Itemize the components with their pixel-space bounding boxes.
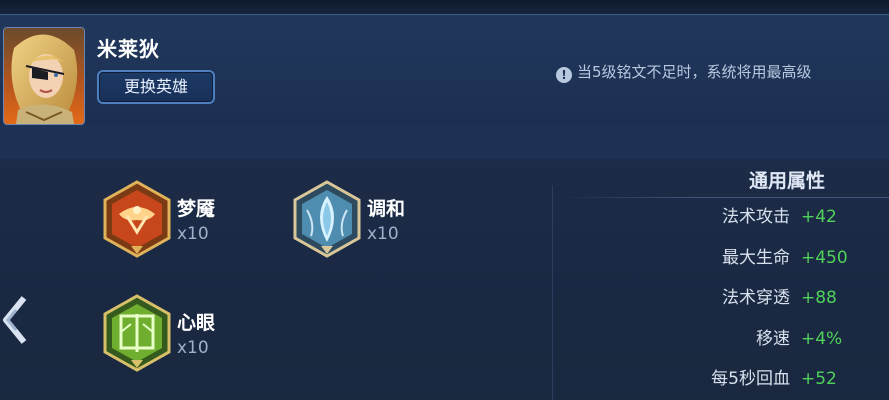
attribute-label: 法术攻击 bbox=[722, 207, 790, 227]
attribute-value: +52 bbox=[801, 369, 837, 389]
attribute-row: 法术攻击 +42 bbox=[560, 203, 889, 231]
hero-portrait-image bbox=[4, 28, 84, 124]
rune-name: 梦魇 bbox=[177, 198, 216, 220]
hero-name: 米莱狄 bbox=[97, 37, 160, 61]
attributes-title-underline bbox=[560, 197, 889, 198]
attribute-label: 每5秒回血 bbox=[711, 369, 790, 389]
attribute-row: 法术穿透 +88 bbox=[560, 284, 889, 312]
attribute-row: 每5秒回血 +52 bbox=[560, 365, 889, 393]
header-separator-band bbox=[0, 125, 889, 159]
attribute-label: 最大生命 bbox=[722, 248, 790, 268]
attribute-value: +88 bbox=[801, 288, 837, 308]
attribute-row: 最大生命 +450 bbox=[560, 244, 889, 272]
rune-name: 心眼 bbox=[177, 312, 216, 334]
attribute-value: +42 bbox=[801, 207, 837, 227]
rune-item[interactable]: 心眼 x10 bbox=[101, 294, 301, 374]
rune-count: x10 bbox=[177, 338, 209, 358]
rune-item[interactable]: 调和 x10 bbox=[291, 180, 491, 260]
back-arrow-icon[interactable] bbox=[0, 290, 30, 350]
change-hero-button[interactable]: 更换英雄 bbox=[97, 70, 215, 104]
notice-text: 当5级铭文不足时，系统将用最高级 bbox=[577, 63, 812, 81]
attribute-value: +4% bbox=[801, 329, 843, 349]
rune-notice: ! 当5级铭文不足时，系统将用最高级 bbox=[556, 60, 889, 84]
attribute-label: 法术穿透 bbox=[722, 288, 790, 308]
nightmare-rune-icon bbox=[103, 180, 171, 258]
exclamation-icon: ! bbox=[556, 67, 572, 83]
rune-item[interactable]: 梦魇 x10 bbox=[101, 180, 301, 260]
rune-count: x10 bbox=[367, 224, 399, 244]
panel-divider bbox=[552, 185, 553, 400]
attribute-value: +450 bbox=[801, 248, 848, 268]
mind-eye-rune-icon bbox=[103, 294, 171, 372]
rune-name: 调和 bbox=[367, 198, 406, 220]
attribute-label: 移速 bbox=[756, 329, 790, 349]
harmony-rune-icon bbox=[293, 180, 361, 258]
top-strip bbox=[0, 0, 889, 14]
hero-header: 米莱狄 更换英雄 ! 当5级铭文不足时，系统将用最高级 bbox=[0, 14, 889, 126]
attributes-title: 通用属性 bbox=[748, 170, 825, 192]
rune-count: x10 bbox=[177, 224, 209, 244]
attribute-row: 移速 +4% bbox=[560, 325, 889, 353]
hero-avatar[interactable] bbox=[3, 27, 85, 125]
